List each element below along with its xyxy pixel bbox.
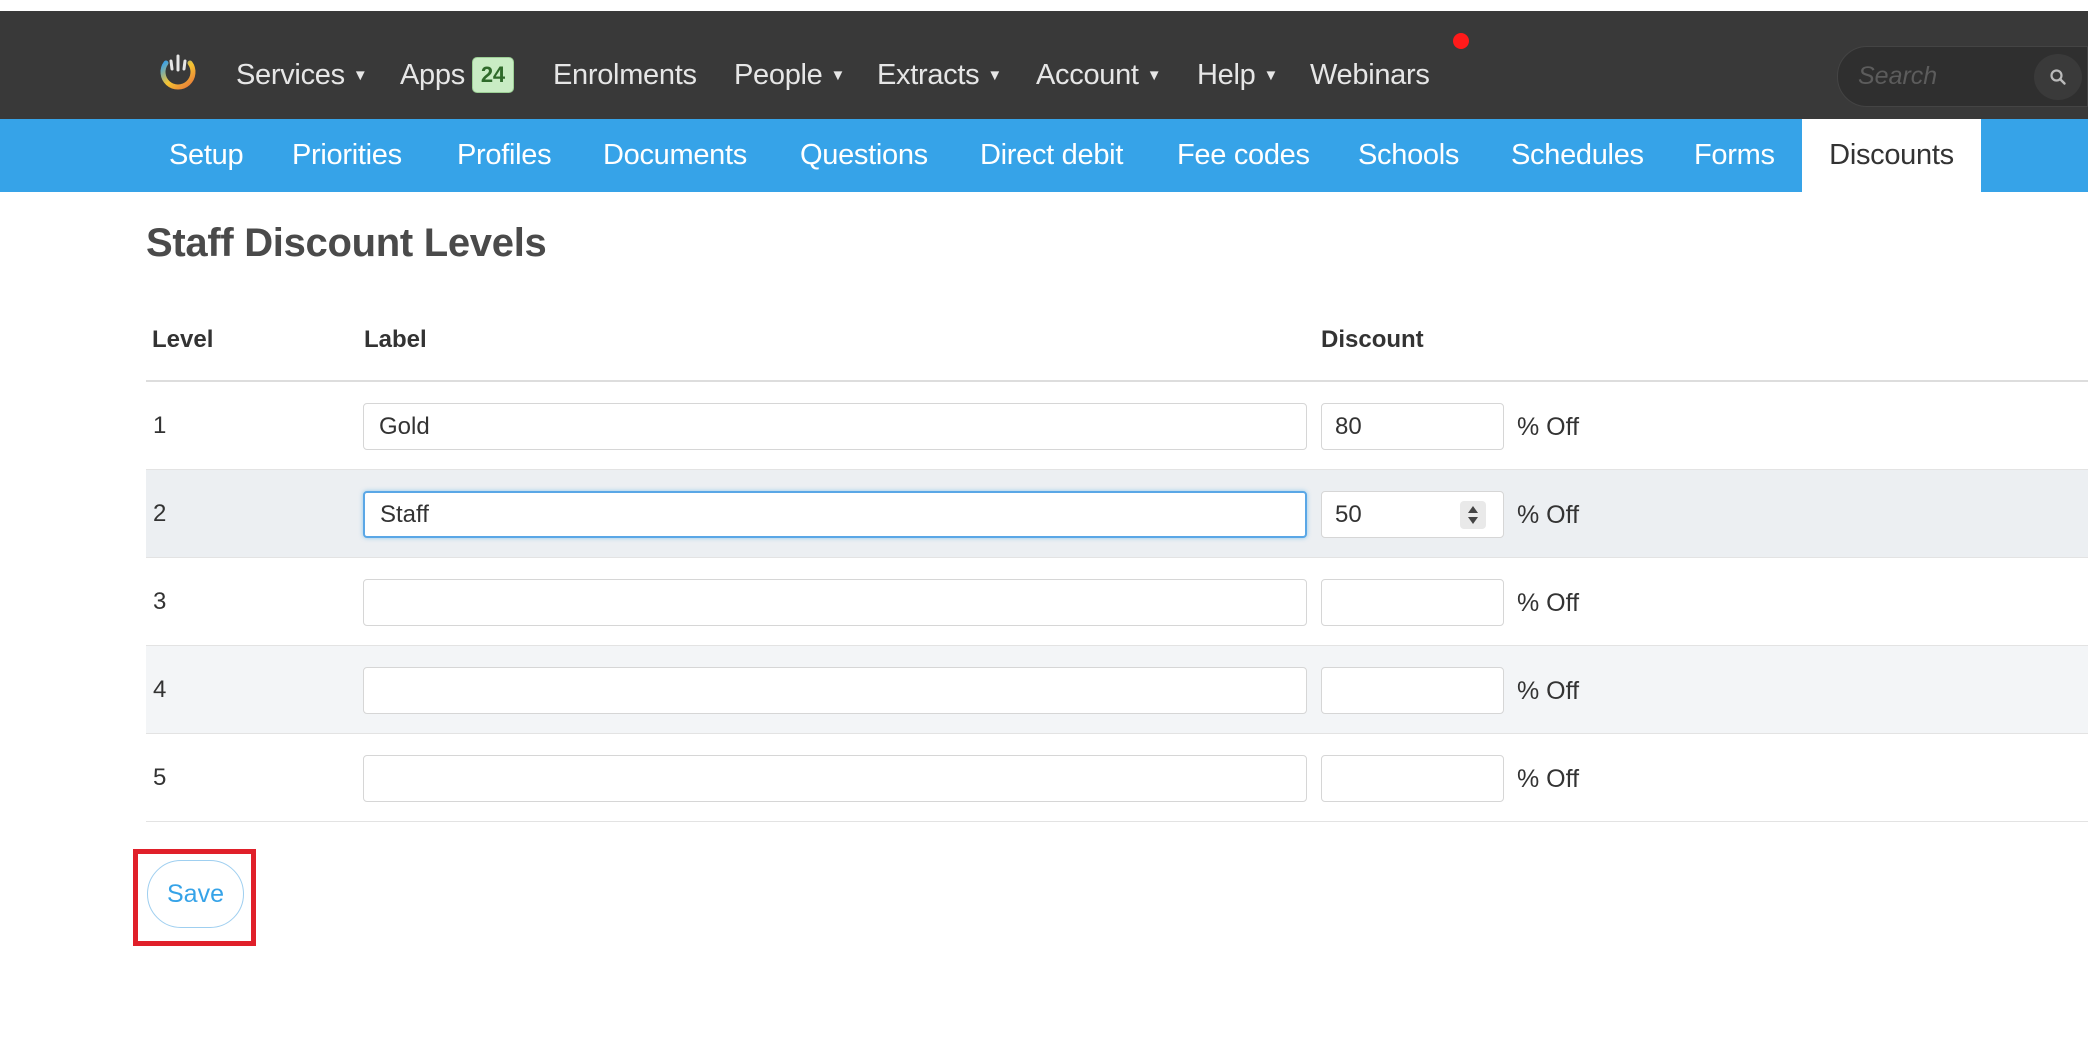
nav-apps-label: Apps [400,58,465,91]
tab-questions[interactable]: Questions [800,119,928,192]
tab-documents[interactable]: Documents [603,119,747,192]
app-logo-icon[interactable] [157,51,199,95]
tab-direct-debit[interactable]: Direct debit [980,119,1123,192]
table-row: 4 % Off [146,646,2088,734]
tab-discounts[interactable]: Discounts [1802,119,1981,192]
table-row: 2 % Off [146,470,2088,558]
level-number: 2 [153,500,167,527]
level-label-input[interactable] [363,667,1307,714]
search-input[interactable] [1858,47,2028,106]
level-label-input[interactable] [363,403,1307,450]
nav-services[interactable]: Services ▼ [236,55,368,95]
nav-extracts[interactable]: Extracts ▼ [877,55,1002,95]
discount-input[interactable] [1321,403,1504,450]
level-number: 3 [153,588,167,615]
level-number: 5 [153,764,167,791]
nav-account[interactable]: Account ▼ [1036,55,1162,95]
discount-input[interactable] [1321,579,1504,626]
percent-off-suffix: % Off [1517,501,1580,529]
stepper-arrows-icon [1468,506,1478,524]
nav-enrolments[interactable]: Enrolments [553,55,697,95]
level-number: 4 [153,676,167,703]
nav-people[interactable]: People ▼ [734,55,845,95]
tab-setup[interactable]: Setup [169,119,244,192]
nav-people-label: People [734,58,823,91]
webinars-notification-dot [1453,33,1469,49]
column-header-discount: Discount [1321,326,1424,353]
nav-extracts-label: Extracts [877,58,980,91]
table-row: 3 % Off [146,558,2088,646]
percent-off-suffix: % Off [1517,765,1580,793]
nav-account-label: Account [1036,58,1139,91]
search-button[interactable] [2034,54,2082,100]
tab-priorities[interactable]: Priorities [292,119,402,192]
column-header-level: Level [152,326,214,353]
discount-input[interactable] [1321,667,1504,714]
nav-webinars-label: Webinars [1310,58,1430,91]
chevron-down-icon: ▼ [987,66,1002,84]
percent-off-suffix: % Off [1517,413,1580,441]
percent-off-suffix: % Off [1517,589,1580,617]
table-row: 1 % Off [146,382,2088,470]
search-icon [2050,69,2066,85]
apps-count-badge: 24 [471,57,514,93]
discount-stepper[interactable] [1460,501,1486,529]
level-label-input[interactable] [363,579,1307,626]
nav-help[interactable]: Help ▼ [1197,55,1278,95]
nav-webinars[interactable]: Webinars [1310,55,1430,95]
table-row: 5 % Off [146,734,2088,822]
level-number: 1 [153,412,167,439]
nav-help-label: Help [1197,58,1256,91]
chevron-down-icon: ▼ [352,66,368,84]
nav-services-label: Services [236,58,345,91]
discount-input[interactable] [1321,755,1504,802]
nav-enrolments-label: Enrolments [553,58,697,91]
window-top-edge [0,0,2088,11]
level-label-input[interactable] [363,491,1307,538]
tab-schools[interactable]: Schools [1358,119,1459,192]
page-title: Staff Discount Levels [146,221,547,265]
tab-forms[interactable]: Forms [1694,119,1775,192]
tab-schedules[interactable]: Schedules [1511,119,1644,192]
settings-subnav: Setup Priorities Profiles Documents Ques… [0,119,2088,192]
tab-fee-codes[interactable]: Fee codes [1177,119,1310,192]
chevron-down-icon: ▼ [1146,66,1162,84]
chevron-down-icon: ▼ [1263,66,1278,84]
tab-profiles[interactable]: Profiles [457,119,552,192]
percent-off-suffix: % Off [1517,677,1580,705]
search-box [1837,46,2088,107]
level-label-input[interactable] [363,755,1307,802]
save-button[interactable]: Save [147,860,244,928]
column-header-label: Label [364,326,427,353]
chevron-down-icon: ▼ [830,66,846,84]
main-navbar: Services ▼ Apps 24 Enrolments People ▼ E… [0,11,2088,119]
nav-apps[interactable]: Apps 24 [400,55,514,95]
